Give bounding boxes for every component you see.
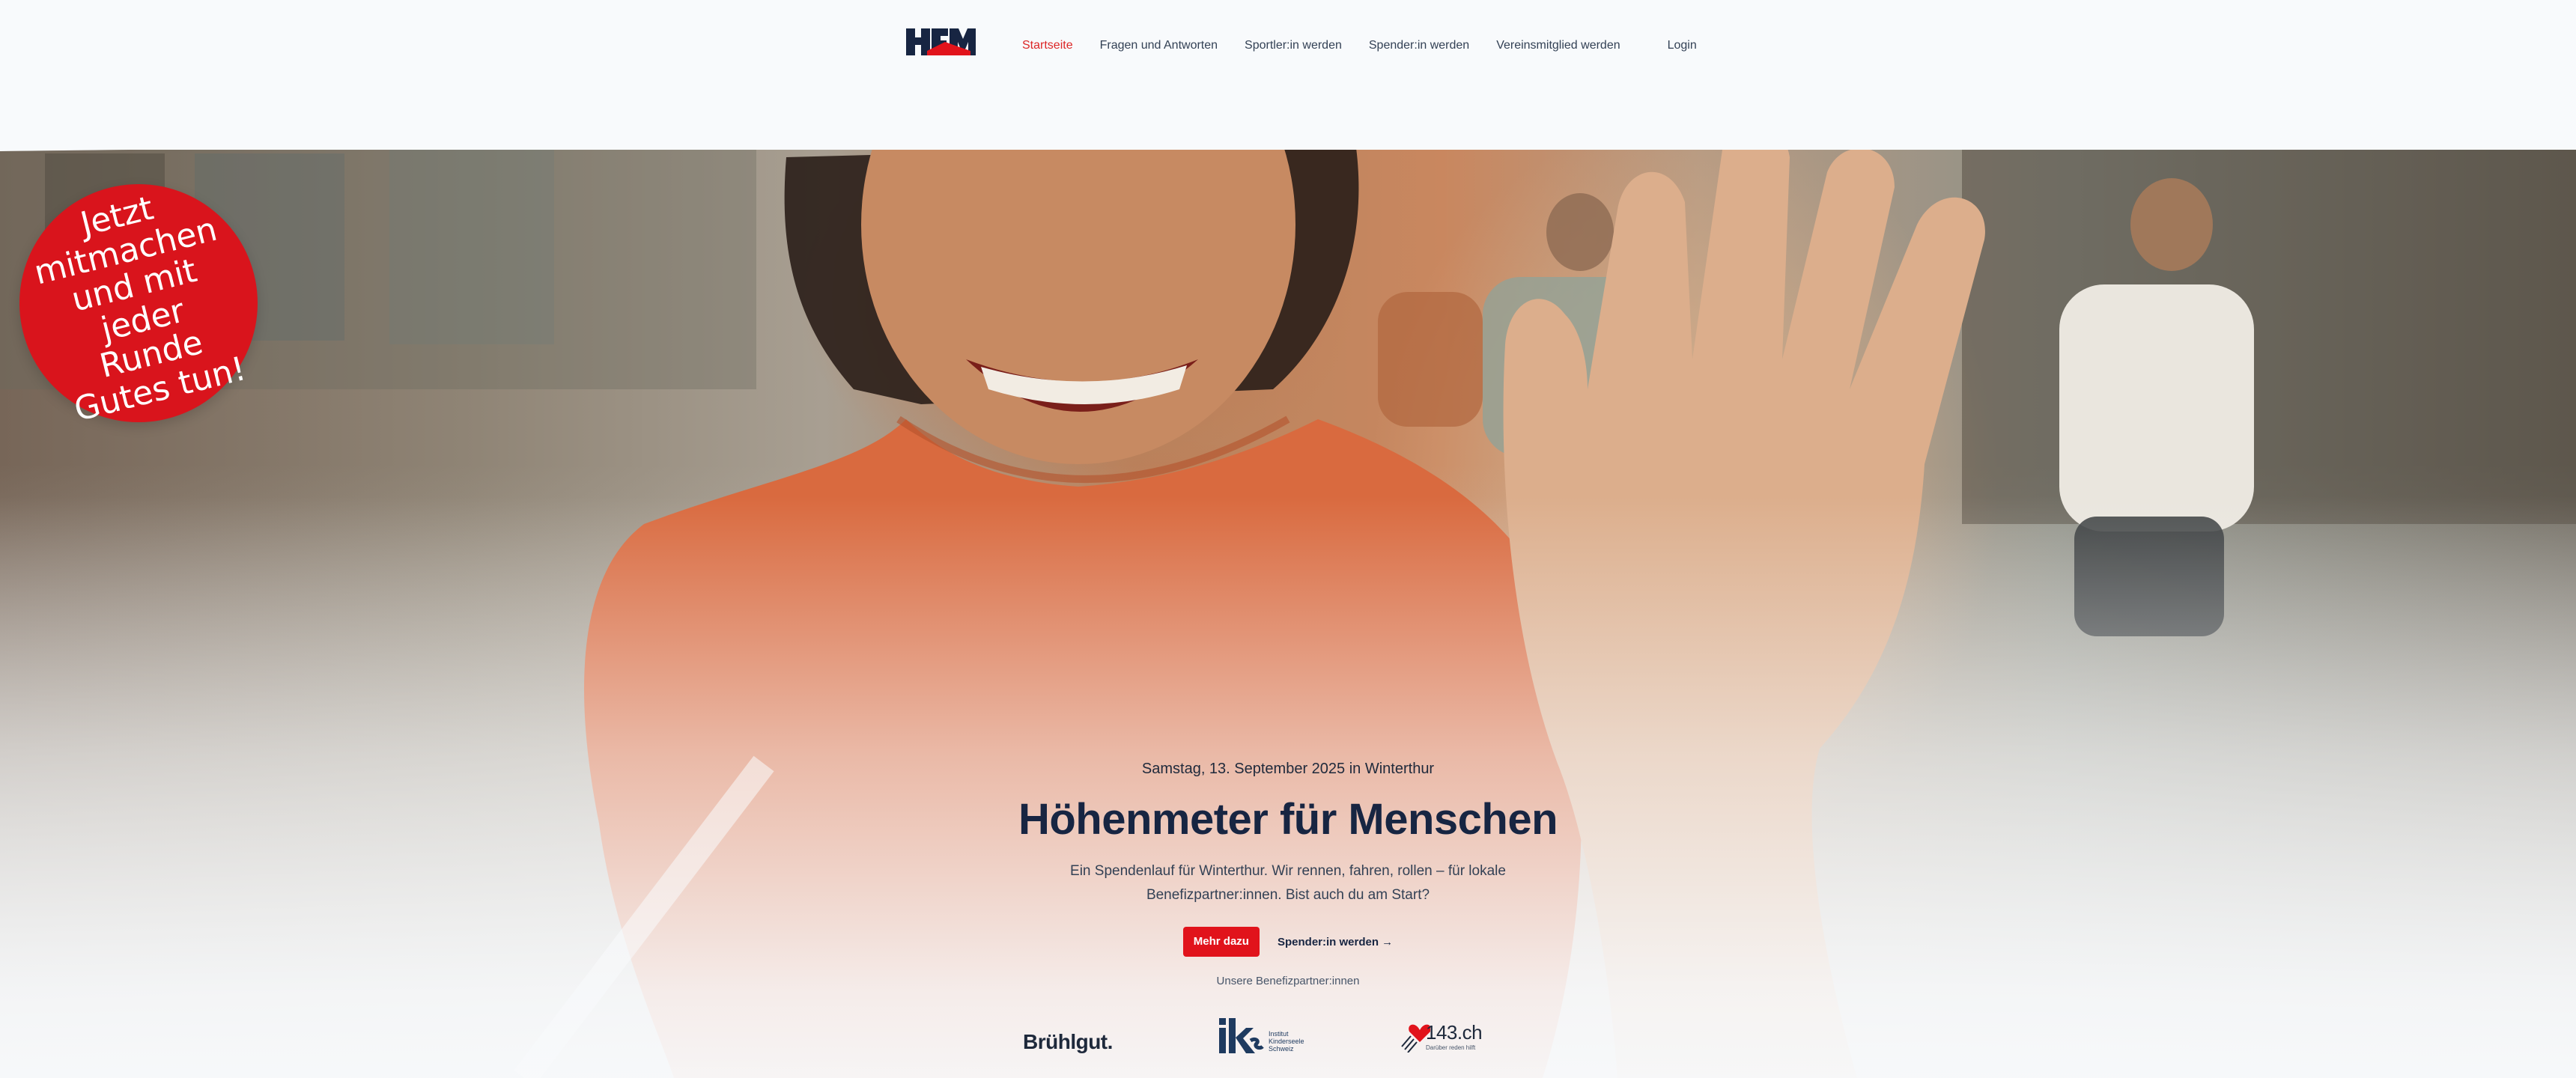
promo-sticker: Jetzt mitmachen und mit jeder Runde Gute… [19, 184, 258, 429]
nav-sportler[interactable]: Sportler:in werden [1245, 39, 1342, 52]
main-nav: Startseite Fragen und Antworten Sportler… [1022, 39, 1697, 52]
spender-werden-link[interactable]: Spender:in werden → [1278, 936, 1393, 948]
143-logo-text: 143.ch [1426, 1021, 1483, 1044]
nav-faq[interactable]: Fragen und Antworten [1100, 39, 1218, 52]
nav-vereinsmitglied[interactable]: Vereinsmitglied werden [1496, 39, 1620, 52]
mehr-dazu-button[interactable]: Mehr dazu [1182, 927, 1260, 957]
nav-spender[interactable]: Spender:in werden [1369, 39, 1469, 52]
svg-text:HFM: HFM [935, 35, 936, 37]
event-date: Samstag, 13. September 2025 in Winterthu… [1141, 761, 1435, 777]
hero-content: Samstag, 13. September 2025 in Winterthu… [839, 756, 1737, 987]
site-header: HFM Startseite Fragen und Antworten Spor… [0, 0, 2576, 150]
partner-bruehlgut[interactable]: Brühlgut. [1023, 1018, 1113, 1066]
iks-subtitle: Institut Kinderseele Schweiz [1269, 1030, 1304, 1053]
page-title: Höhenmeter für Menschen [1018, 795, 1558, 844]
partner-143[interactable]: 143.ch Darüber reden hilft [1400, 1012, 1483, 1060]
nav-login[interactable]: Login [1668, 39, 1697, 52]
hfm-logo[interactable]: HFM [905, 25, 976, 58]
hero-actions: Mehr dazu Spender:in werden → [839, 927, 1737, 957]
143-subtitle: Darüber reden hilft [1426, 1044, 1476, 1051]
partner-iks[interactable]: Institut Kinderseele Schweiz [1216, 1012, 1310, 1060]
partner-logos: Brühlgut. Institut Kinderseele Schweiz 1… [1018, 1012, 1498, 1060]
hero-description: Ein Spendenlauf für Winterthur. Wir renn… [1070, 863, 1506, 903]
nav-startseite[interactable]: Startseite [1022, 39, 1073, 52]
partners-label: Unsere Benefizpartner:innen [1216, 975, 1360, 987]
